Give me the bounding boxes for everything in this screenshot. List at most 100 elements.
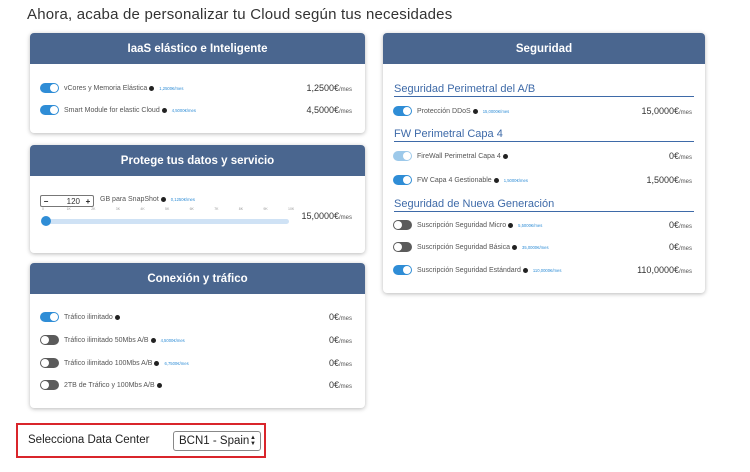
- smart-module-toggle[interactable]: [40, 105, 59, 115]
- vcores-toggle[interactable]: [40, 83, 59, 93]
- snapshot-label: GB para SnapShot 0,1250€/mes: [100, 196, 195, 203]
- estandard-toggle[interactable]: [393, 265, 412, 275]
- unit-price: 1,5000€/mes: [503, 177, 528, 183]
- slider-tick-label: 0: [42, 207, 44, 211]
- datacenter-select[interactable]: BCN1 - Spain ▲ ▼: [173, 431, 261, 451]
- security-card-header: Seguridad: [383, 33, 705, 64]
- micro-toggle[interactable]: [393, 220, 412, 230]
- security-row-basica: Suscripción Seguridad Básica 35,0000€/me…: [393, 240, 692, 254]
- row-price: 0€/mes: [328, 358, 352, 368]
- snapshot-slider-thumb[interactable]: [40, 216, 51, 226]
- slider-ticks: 0 1K 2K 3K 4K 5K 6K 7K 8K 9K 10K: [42, 207, 294, 215]
- info-icon[interactable]: [150, 337, 156, 343]
- unit-price: 4,5000€/mes: [171, 107, 196, 113]
- slider-tick-label: 9K: [263, 207, 268, 211]
- slider-tick-label: 2K: [91, 207, 96, 211]
- traffic-row-100mbs: Tráfico ilimitado 100Mbs A/B 6,7500€/mes…: [40, 356, 352, 370]
- info-icon[interactable]: [512, 244, 517, 250]
- backup-card: Protege tus datos y servicio − 120 + GB …: [30, 145, 365, 253]
- stepper-plus-button[interactable]: +: [83, 197, 93, 206]
- security-card: Seguridad Seguridad Perimetral del A/B P…: [383, 33, 705, 293]
- slider-tick-label: 8K: [238, 207, 244, 211]
- slider-tick-label: 5K: [165, 207, 170, 211]
- stepper-value[interactable]: 120: [51, 197, 83, 206]
- row-price: 15,0000€/mes: [641, 106, 692, 116]
- datacenter-selected-value: BCN1 - Spain: [179, 435, 250, 447]
- basica-toggle[interactable]: [393, 242, 412, 252]
- unit-price: 6,7500€/mes: [164, 360, 189, 366]
- iaas-row-vcores: vCores y Memoria Elástica 1,2500€/mes 1,…: [40, 81, 352, 95]
- row-label: Suscripción Seguridad Básica: [417, 243, 510, 251]
- unit-price: 110,0000€/mes: [532, 267, 562, 273]
- fw-section-title: FW Perimetral Capa 4: [394, 128, 694, 142]
- row-price: 0€/mes: [328, 312, 352, 322]
- unit-price: 35,0000€/mes: [522, 244, 549, 250]
- row-label: vCores y Memoria Elástica: [64, 84, 148, 92]
- row-label: Tráfico ilimitado 50Mbs A/B: [64, 336, 149, 344]
- row-label: FW Capa 4 Gestionable: [417, 176, 492, 184]
- unit-price: 0,1250€/mes: [170, 197, 195, 202]
- newgen-section-title: Seguridad de Nueva Generación: [394, 198, 694, 212]
- snapshot-slider-track[interactable]: [43, 219, 289, 224]
- info-icon[interactable]: [114, 314, 120, 320]
- traffic-card-header: Conexión y tráfico: [30, 263, 365, 294]
- row-price: 0€/mes: [668, 242, 692, 252]
- stepper-minus-button[interactable]: −: [41, 197, 51, 206]
- traffic-50mbs-toggle[interactable]: [40, 335, 59, 345]
- row-price: 1,5000€/mes: [646, 175, 692, 185]
- unit-price: 4,5000€/mes: [160, 337, 185, 343]
- info-icon[interactable]: [154, 360, 160, 366]
- unit-price: 15,0000€/mes: [482, 108, 510, 114]
- page-title: Ahora, acaba de personalizar tu Cloud se…: [27, 6, 453, 23]
- info-icon[interactable]: [156, 382, 162, 388]
- row-price: 1,2500€/mes: [306, 83, 352, 93]
- traffic-row-unlimited: Tráfico ilimitado 0€/mes: [40, 310, 352, 324]
- slider-tick-label: 6K: [189, 207, 194, 211]
- row-price: 0€/mes: [328, 335, 352, 345]
- traffic-card: Conexión y tráfico Tráfico ilimitado 0€/…: [30, 263, 365, 408]
- unlimited-traffic-toggle[interactable]: [40, 312, 59, 322]
- security-row-firewall: FireWall Perimetral Capa 4 0€/mes: [393, 149, 692, 163]
- row-label: Tráfico ilimitado: [64, 313, 113, 321]
- info-icon[interactable]: [522, 267, 528, 273]
- dropdown-arrow-icon[interactable]: ▲ ▼: [250, 435, 256, 447]
- row-price: 0€/mes: [668, 151, 692, 161]
- slider-tick-label: 3K: [115, 207, 121, 211]
- datacenter-label: Selecciona Data Center: [28, 434, 150, 446]
- security-row-micro: Suscripción Seguridad Micro 5,5000€/mes …: [393, 218, 692, 232]
- security-row-fw-managed: FW Capa 4 Gestionable 1,5000€/mes 1,5000…: [393, 173, 692, 187]
- row-price: 0€/mes: [668, 220, 692, 230]
- row-label: Smart Module for elastic Cloud: [64, 106, 160, 114]
- info-icon[interactable]: [493, 177, 499, 183]
- row-label: Suscripción Seguridad Estándard: [417, 266, 521, 274]
- slider-tick-label: 7K: [214, 207, 219, 211]
- traffic-2tb-toggle[interactable]: [40, 380, 59, 390]
- snapshot-stepper[interactable]: − 120 +: [40, 195, 94, 207]
- fw-managed-toggle[interactable]: [393, 175, 412, 185]
- row-price: 110,0000€/mes: [637, 265, 692, 275]
- traffic-row-2tb: 2TB de Tráfico y 100Mbs A/B 0€/mes: [40, 378, 352, 392]
- row-label: 2TB de Tráfico y 100Mbs A/B: [64, 381, 155, 389]
- info-icon[interactable]: [472, 108, 478, 114]
- info-icon[interactable]: [502, 153, 508, 159]
- info-icon[interactable]: [160, 196, 166, 202]
- info-icon[interactable]: [161, 107, 167, 113]
- unit-price: 1,2500€/mes: [159, 85, 184, 91]
- perimetral-section-title: Seguridad Perimetral del A/B: [394, 83, 694, 97]
- slider-tick-label: 4K: [140, 207, 145, 211]
- info-icon[interactable]: [149, 85, 155, 91]
- row-label: Protección DDoS: [417, 107, 471, 115]
- info-icon[interactable]: [508, 222, 514, 228]
- row-label: Tráfico ilimitado 100Mbs A/B: [64, 359, 153, 367]
- row-price: 4,5000€/mes: [306, 105, 352, 115]
- backup-card-header: Protege tus datos y servicio: [30, 145, 365, 176]
- traffic-100mbs-toggle[interactable]: [40, 358, 59, 368]
- traffic-row-50mbs: Tráfico ilimitado 50Mbs A/B 4,5000€/mes …: [40, 333, 352, 347]
- security-row-estandard: Suscripción Seguridad Estándard 110,0000…: [393, 263, 692, 277]
- datacenter-highlight: Selecciona Data Center BCN1 - Spain ▲ ▼: [16, 423, 266, 458]
- iaas-card-header: IaaS elástico e Inteligente: [30, 33, 365, 64]
- security-row-ddos: Protección DDoS 15,0000€/mes 15,0000€/me…: [393, 104, 692, 118]
- slider-tick-label: 1K: [66, 207, 71, 211]
- firewall-toggle: [393, 151, 412, 161]
- ddos-toggle[interactable]: [393, 106, 412, 116]
